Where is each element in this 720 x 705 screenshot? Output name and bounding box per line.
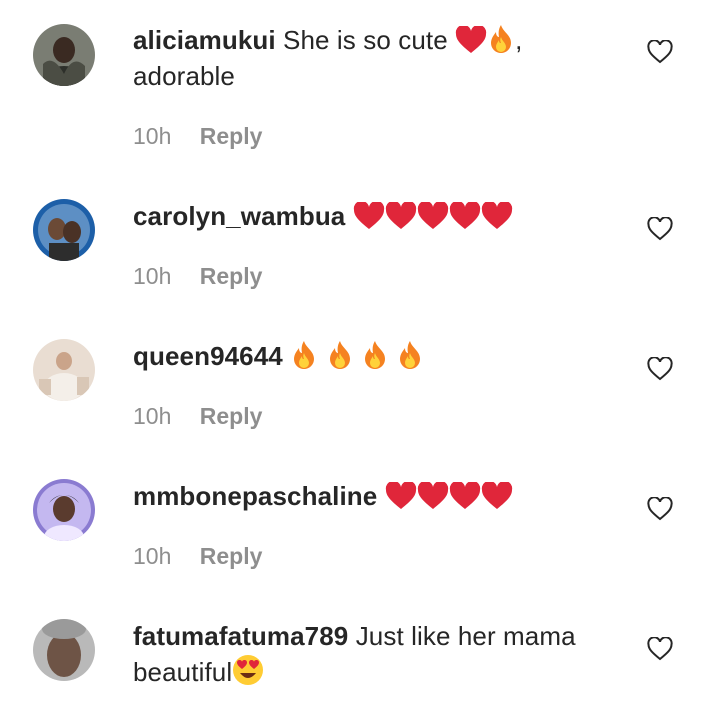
heart-emoji-icon <box>417 482 449 510</box>
heart-emoji-icon <box>385 202 417 230</box>
heart-emoji-icon <box>481 202 513 230</box>
like-heart-icon[interactable] <box>647 357 673 383</box>
comment-time: 10h <box>133 543 172 569</box>
reply-button[interactable]: Reply <box>200 123 263 149</box>
comment-time: 10h <box>133 123 172 149</box>
heart-emoji-icon <box>385 482 417 510</box>
comment-username[interactable]: aliciamukui <box>133 25 276 55</box>
reply-button[interactable]: Reply <box>200 403 263 429</box>
avatar[interactable] <box>33 339 95 401</box>
comment-body-line2: beautiful <box>133 657 233 687</box>
comment-text: mmbonepaschaline <box>133 478 613 514</box>
heart-emoji-icon <box>481 482 513 510</box>
comment-body-tail: , <box>515 25 523 55</box>
heart-emoji-icon <box>353 202 385 230</box>
fire-emoji-icon <box>396 340 424 370</box>
comment-body: She is so cute <box>283 25 456 55</box>
comment-time: 10h <box>133 403 172 429</box>
comment-time: 10h <box>133 263 172 289</box>
like-heart-icon[interactable] <box>647 497 673 523</box>
heart-emoji-icon <box>449 482 481 510</box>
like-heart-icon[interactable] <box>647 217 673 243</box>
fire-emoji-icon <box>290 340 318 370</box>
comment-text: fatumafatuma789 Just like her mama beaut… <box>133 618 613 690</box>
avatar[interactable] <box>33 619 95 681</box>
heart-emoji-icon <box>417 202 449 230</box>
comment-meta: 10h Reply <box>133 262 262 290</box>
avatar[interactable] <box>33 479 95 541</box>
comment-body-line2: adorable <box>133 61 235 91</box>
avatar[interactable] <box>33 199 95 261</box>
like-heart-icon[interactable] <box>647 637 673 663</box>
comment-text: carolyn_wambua <box>133 198 613 234</box>
fire-emoji-icon <box>361 340 389 370</box>
heart-emoji-icon <box>455 26 487 54</box>
fire-emoji-icon <box>326 340 354 370</box>
heart-emoji-icon <box>449 202 481 230</box>
comment-meta: 10h Reply <box>133 402 262 430</box>
fire-emoji-icon <box>487 24 515 54</box>
comment-meta: 10h Reply <box>133 122 262 150</box>
reply-button[interactable]: Reply <box>200 543 263 569</box>
heart-eyes-emoji-icon <box>232 654 264 686</box>
comment-username[interactable]: fatumafatuma789 <box>133 621 348 651</box>
comment-username[interactable]: mmbonepaschaline <box>133 481 377 511</box>
reply-button[interactable]: Reply <box>200 263 263 289</box>
comment-body: Just like her mama <box>355 621 576 651</box>
comment-meta: 10h Reply <box>133 542 262 570</box>
avatar[interactable] <box>33 24 95 86</box>
comment-text: aliciamukui She is so cute , adorable <box>133 22 613 94</box>
comment-username[interactable]: queen94644 <box>133 341 283 371</box>
comment-text: queen94644 <box>133 338 613 374</box>
comment-username[interactable]: carolyn_wambua <box>133 201 345 231</box>
like-heart-icon[interactable] <box>647 40 673 66</box>
